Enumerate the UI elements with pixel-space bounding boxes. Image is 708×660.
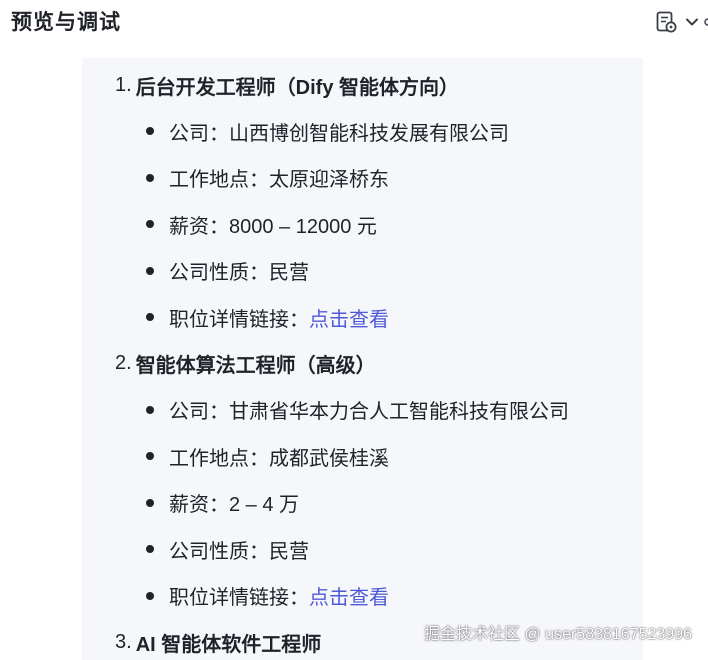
- job-detail-company-type: 公司性质： 民营: [82, 526, 643, 573]
- job-title: 2. 智能体算法工程师（高级）: [82, 341, 643, 387]
- job-detail-link: 职位详情链接： 点击查看: [82, 573, 643, 620]
- bullet-icon: [146, 266, 154, 275]
- detail-label: 工作地点：: [169, 169, 269, 192]
- detail-value: 8000 – 12000 元: [229, 215, 377, 238]
- detail-value: 成都武侯桂溪: [269, 447, 389, 470]
- header-tools: [654, 6, 708, 38]
- preview-output-panel: 1. 后台开发工程师（Dify 智能体方向） 公司： 山西博创智能科技发展有限公司…: [82, 58, 643, 660]
- job-title-text: AI 智能体软件工程师: [135, 633, 322, 656]
- detail-value: 甘肃省华本力合人工智能科技有限公司: [229, 401, 569, 424]
- job-title-text: 后台开发工程师（Dify 智能体方向）: [135, 76, 460, 99]
- job-detail-link: 职位详情链接： 点击查看: [82, 294, 643, 341]
- job-detail-company-type: 公司性质： 民营: [82, 248, 643, 295]
- job-detail-link-anchor[interactable]: 点击查看: [309, 581, 389, 610]
- job-title: 1. 后台开发工程师（Dify 智能体方向）: [82, 62, 643, 108]
- detail-label: 职位详情链接：: [169, 587, 309, 610]
- document-settings-button[interactable]: [654, 8, 700, 36]
- job-detail-link-anchor[interactable]: 点击查看: [309, 303, 389, 332]
- detail-label: 公司性质：: [169, 540, 269, 563]
- detail-value: 民营: [269, 262, 309, 285]
- detail-value: 民营: [269, 540, 309, 563]
- chevron-down-icon: [684, 14, 700, 30]
- job-title-text: 智能体算法工程师（高级）: [135, 355, 376, 377]
- detail-label: 公司：: [169, 122, 229, 145]
- header: 预览与调试: [0, 0, 708, 44]
- job-detail-salary: 薪资： 8000 – 12000 元: [82, 201, 643, 248]
- bullet-icon: [146, 173, 154, 182]
- job-detail-location: 工作地点： 成都武侯桂溪: [82, 433, 643, 480]
- job-detail-salary: 薪资： 2 – 4 万: [82, 480, 643, 527]
- job-item-1: 1. 后台开发工程师（Dify 智能体方向） 公司： 山西博创智能科技发展有限公司…: [82, 62, 643, 341]
- detail-label: 工作地点：: [169, 447, 269, 470]
- bullet-icon: [146, 545, 154, 554]
- bullet-icon: [146, 127, 154, 136]
- detail-value: 太原迎泽桥东: [269, 169, 389, 192]
- job-detail-location: 工作地点： 太原迎泽桥东: [82, 155, 643, 202]
- more-options-icon[interactable]: [700, 8, 708, 36]
- bullet-icon: [146, 220, 154, 229]
- job-number: 1.: [115, 73, 132, 96]
- document-settings-icon: [654, 10, 678, 34]
- detail-value: 山西博创智能科技发展有限公司: [229, 122, 509, 145]
- detail-label: 职位详情链接：: [169, 308, 309, 331]
- detail-label: 公司：: [169, 401, 229, 424]
- watermark: 掘金技术社区 @ user5838167523996: [424, 626, 692, 643]
- bullet-icon: [146, 591, 154, 600]
- job-detail-company: 公司： 甘肃省华本力合人工智能科技有限公司: [82, 387, 643, 434]
- detail-label: 薪资：: [169, 215, 229, 238]
- bullet-icon: [146, 498, 154, 507]
- detail-value: 2 – 4 万: [229, 494, 300, 517]
- bullet-icon: [146, 405, 154, 414]
- job-number: 3.: [115, 630, 132, 653]
- job-number: 2.: [115, 352, 132, 374]
- bullet-icon: [146, 313, 154, 322]
- page-title: 预览与调试: [11, 11, 121, 34]
- preview-debug-page: 预览与调试 1. 后台开发工程师（Dify 智能体方向） 公司： 山西博创智能科…: [0, 0, 708, 660]
- job-detail-company: 公司： 山西博创智能科技发展有限公司: [82, 108, 643, 155]
- job-item-2: 2. 智能体算法工程师（高级） 公司： 甘肃省华本力合人工智能科技有限公司 工作地…: [82, 341, 643, 620]
- bullet-icon: [146, 452, 154, 461]
- detail-label: 薪资：: [169, 494, 229, 517]
- detail-label: 公司性质：: [169, 262, 269, 285]
